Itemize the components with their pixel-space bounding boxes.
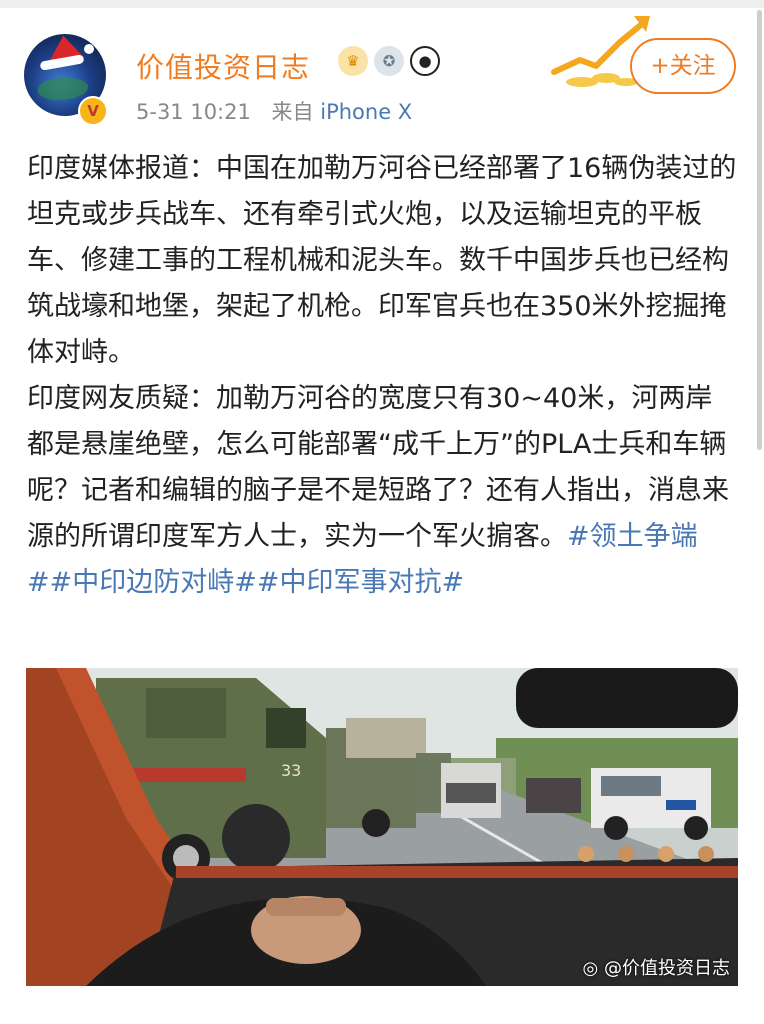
- post-image[interactable]: 33 ◎ @价值投资日志: [26, 668, 738, 986]
- post-paragraph-2: 印度网友质疑：加勒万河谷的宽度只有30~40米，河两岸都是悬崖绝壁，怎么可能部署…: [27, 376, 739, 606]
- panda-badge-icon[interactable]: ●: [410, 46, 440, 76]
- follow-button[interactable]: +关注: [630, 38, 736, 94]
- scrollbar[interactable]: [757, 10, 762, 450]
- user-badges: ♛ ✪ ●: [338, 46, 440, 76]
- image-watermark-text: @价值投资日志: [604, 958, 730, 979]
- status-bar: [0, 0, 764, 8]
- username[interactable]: 价值投资日志: [136, 46, 310, 86]
- weibo-logo-icon: ◎: [582, 958, 599, 979]
- source-device[interactable]: iPhone X: [320, 100, 412, 124]
- source-prefix: 来自: [271, 100, 314, 124]
- post-meta: 5-31 10:21 来自 iPhone X: [136, 96, 412, 126]
- post-paragraph-1: 印度媒体报道：中国在加勒万河谷已经部署了16辆伪装过的坦克或步兵战车、还有牵引式…: [27, 153, 737, 368]
- hashtag-border-standoff[interactable]: #中印边防对峙#: [50, 567, 257, 598]
- crown-badge-icon[interactable]: ♛: [338, 46, 368, 76]
- post-text: 印度媒体报道：中国在加勒万河谷已经部署了16辆伪装过的坦克或步兵战车、还有牵引式…: [27, 146, 739, 606]
- truck-number: 33: [281, 761, 301, 780]
- avatar-earth: [38, 78, 88, 100]
- post-time: 5-31 10:21: [136, 100, 251, 124]
- convoy-photo: 33: [26, 668, 738, 986]
- medal-badge-icon[interactable]: ✪: [374, 46, 404, 76]
- hashtag-military-confrontation[interactable]: #中印军事对抗#: [257, 567, 464, 598]
- santa-hat-pom: [84, 44, 94, 54]
- image-watermark: ◎ @价值投资日志: [583, 954, 730, 980]
- verified-badge-icon: V: [78, 96, 108, 126]
